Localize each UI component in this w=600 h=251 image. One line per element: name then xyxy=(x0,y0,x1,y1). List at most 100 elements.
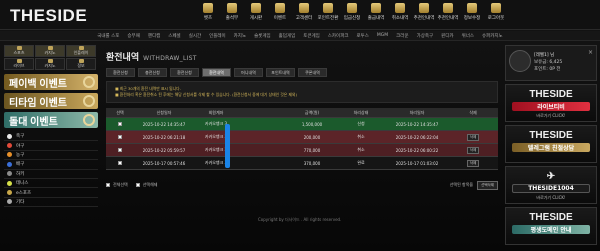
tab-4[interactable]: 머니내역 xyxy=(234,68,263,77)
subnav-item[interactable]: 카지노 xyxy=(234,33,246,39)
table-row[interactable]: 2025-10-22 05:59:57 카카오뱅크 3 770,000 취소 2025-… xyxy=(106,144,498,157)
subnav-item[interactable]: 슈퍼카지노 xyxy=(482,33,503,39)
status: 완료 xyxy=(357,160,365,165)
delete-button[interactable]: 삭제 xyxy=(466,159,480,167)
row-checkbox[interactable] xyxy=(118,148,122,152)
sidebar-button[interactable]: 인플레이 xyxy=(66,45,96,57)
nav-item-12[interactable]: 로그아웃 xyxy=(484,3,508,21)
select-all-label: 전체선택 xyxy=(113,182,128,187)
subnav-item[interactable]: 인플레이 xyxy=(209,33,226,39)
sidebar-button[interactable]: 스포츠 xyxy=(4,45,34,57)
delete-selected-button[interactable]: 선택삭제 xyxy=(477,180,498,190)
ball-icon xyxy=(7,190,12,196)
sidebar-button[interactable]: 라이브 xyxy=(4,58,34,70)
sport-item[interactable]: 야구 xyxy=(4,141,98,151)
sidebar-button[interactable]: 정보 xyxy=(66,58,96,70)
subnav-item[interactable]: 홀덤게임 xyxy=(279,33,296,39)
nav-item-1[interactable]: 출석부 xyxy=(220,3,244,21)
subnav-item[interactable]: 윈디카 xyxy=(441,33,453,39)
table-row[interactable]: 2025-10-17 00:57:46 카카오뱅크 3 370,000 완료 2025-… xyxy=(106,157,498,170)
nav-label: 게시판 xyxy=(249,16,263,21)
nav-item-11[interactable]: 정보수정 xyxy=(460,3,484,21)
subnav-item[interactable]: 로투스 xyxy=(356,33,368,39)
tab-6[interactable]: 쿠폰내역 xyxy=(298,68,327,77)
nav-label: 고객센터 xyxy=(295,16,313,21)
nav-item-6[interactable]: 입금신청 xyxy=(340,3,364,21)
close-icon[interactable]: × xyxy=(588,49,593,56)
subnav-item[interactable]: MGM xyxy=(377,33,388,38)
sport-item[interactable]: 축구 xyxy=(4,132,98,142)
tab-0[interactable]: 환전신청 xyxy=(106,68,135,77)
sport-item[interactable]: 농구 xyxy=(4,151,98,161)
deselect-all-checkbox[interactable] xyxy=(135,183,140,187)
promo-banner[interactable]: THESIDE 라이브티비 바로가기 CLICK! xyxy=(505,84,597,122)
nav-item-8[interactable]: 취소내역 xyxy=(388,3,412,21)
nav-item-10[interactable]: 추천인내역 xyxy=(436,3,460,21)
nav-icon xyxy=(203,3,213,13)
nav-icon xyxy=(419,3,429,13)
nav-item-0[interactable]: 벳츠 xyxy=(196,3,220,21)
nav-item-2[interactable]: 게시판 xyxy=(244,3,268,21)
row-select-cell xyxy=(106,131,134,143)
tab-3[interactable]: 환전내역 xyxy=(202,68,231,77)
subnav-item[interactable]: 가상축구 xyxy=(417,33,434,39)
nav-item-3[interactable]: 이벤트 xyxy=(268,3,292,21)
sidebar-button[interactable]: 카지노 xyxy=(35,45,65,57)
subnav-item[interactable]: 국내룰 스포 xyxy=(97,33,119,39)
subnav-item[interactable]: 스페셜 xyxy=(168,33,180,39)
sport-label: 농구 xyxy=(16,152,25,158)
subnav-item[interactable]: 위너스 xyxy=(462,33,474,39)
payback-event-banner[interactable]: 페이백 이벤트 xyxy=(4,74,98,90)
subnav-item[interactable]: 핸디캡 xyxy=(148,33,160,39)
deselect-all-label: 선택해제 xyxy=(142,182,158,187)
sport-item[interactable]: 기타 xyxy=(4,198,98,208)
nav-label: 로그아웃 xyxy=(487,16,505,21)
promo-banner[interactable]: THESIDE 평생도메인 안내 xyxy=(505,207,597,245)
ball-icon xyxy=(7,143,12,149)
nav-item-7[interactable]: 출금내역 xyxy=(364,3,388,21)
subnav-item[interactable]: 스카이파크 xyxy=(328,33,349,39)
delete-button[interactable]: 삭제 xyxy=(466,133,480,141)
promo-banner[interactable]: THESIDE 텔레그램 친절상담 xyxy=(505,125,597,163)
nav-item-4[interactable]: 고객센터 xyxy=(292,3,316,21)
row-checkbox[interactable] xyxy=(118,135,122,139)
subnav-item[interactable]: 승무패 xyxy=(127,33,139,39)
table-row[interactable]: 2025-10-22 06:21:18 카카오뱅크 3 200,000 취소 2025-… xyxy=(106,131,498,144)
promo-banner[interactable]: ✈ THESIDE1004 바로가기 CLICK! xyxy=(505,166,597,204)
nav-item-5[interactable]: 포인트전환 xyxy=(316,3,340,21)
sidebar-button-label: 스포츠 xyxy=(13,50,25,55)
titime-event-banner[interactable]: 티타임 이벤트 xyxy=(4,93,98,109)
subnav-item[interactable]: 크라운 xyxy=(396,33,408,39)
sport-item[interactable]: 배구 xyxy=(4,160,98,170)
nav-icon xyxy=(323,3,333,13)
col-processed-date: 처리일자 xyxy=(409,109,425,115)
right-panel: [레벨1] 님 보유금: 6,425 포인트: 0P 전 × THESIDE 라이… xyxy=(505,45,597,248)
avatar xyxy=(509,50,531,72)
doldae-event-banner[interactable]: 돌대 이벤트 xyxy=(4,112,98,128)
deselect-all-control[interactable]: 선택해제 xyxy=(135,182,158,188)
sport-item[interactable]: e스포츠 xyxy=(4,188,98,198)
sport-item[interactable]: 하키 xyxy=(4,170,98,179)
site-logo[interactable]: THESIDE xyxy=(10,6,87,26)
subnav-item[interactable]: 토큰게임 xyxy=(303,33,320,39)
row-checkbox[interactable] xyxy=(118,161,122,165)
sidebar-button[interactable]: 카지노 xyxy=(35,58,65,70)
tab-5[interactable]: 포인트내역 xyxy=(266,68,295,77)
nav-item-9[interactable]: 추천인내역 xyxy=(412,3,436,21)
request-date: 2025-10-17 00:57:46 xyxy=(142,160,186,166)
subnav-item[interactable]: 실시간 xyxy=(189,33,201,39)
subnav-item[interactable]: 슬롯게임 xyxy=(254,33,271,39)
nav-label: 입금신청 xyxy=(343,16,361,21)
delete-button[interactable]: 삭제 xyxy=(466,146,480,154)
request-date: 2025-10-22 14:35:47 xyxy=(142,121,186,127)
select-all-checkbox[interactable] xyxy=(106,183,110,187)
row-checkbox[interactable] xyxy=(118,122,122,126)
select-all-control[interactable]: 전체선택 xyxy=(106,182,128,188)
tab-2[interactable]: 환전신청 xyxy=(170,68,199,77)
amount: 200,000 xyxy=(303,134,321,140)
table-row[interactable]: 2025-10-22 14:35:47 카카오뱅크 3 1,500,000 신청 202… xyxy=(106,118,498,131)
tab-1[interactable]: 충전신청 xyxy=(138,68,167,77)
sport-item[interactable]: 테니스 xyxy=(4,179,98,189)
